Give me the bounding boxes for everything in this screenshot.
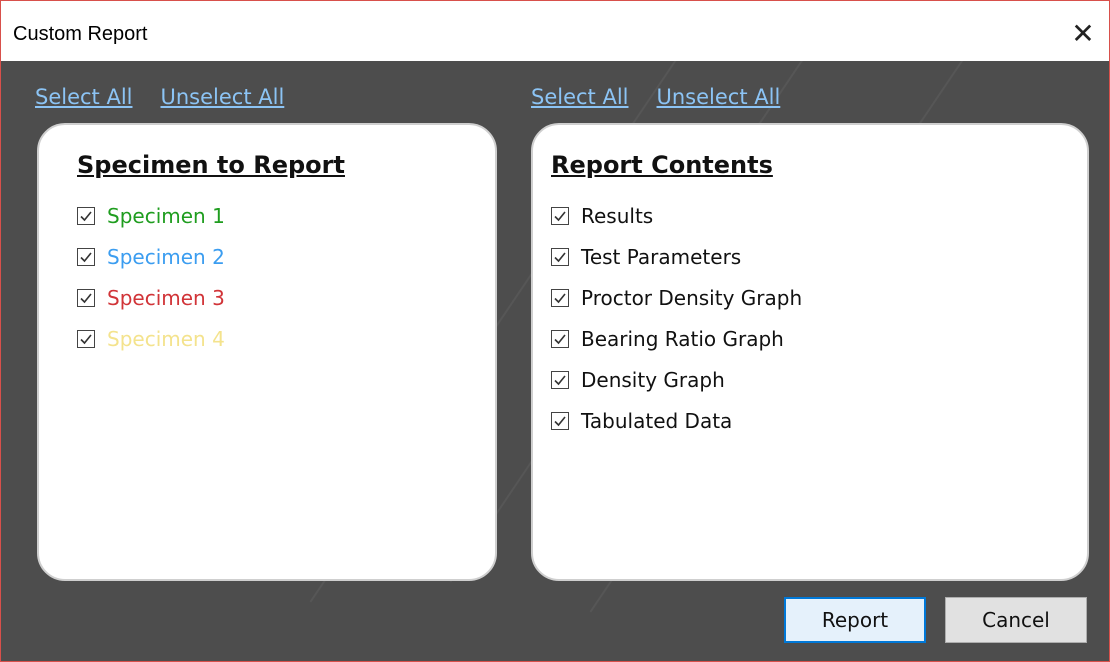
cancel-button[interactable]: Cancel	[945, 597, 1087, 643]
title-bar: Custom Report ✕	[1, 1, 1109, 61]
checkbox-checked-icon[interactable]	[551, 370, 569, 389]
checkbox-checked-icon[interactable]	[551, 329, 569, 348]
checkbox-checked-icon[interactable]	[77, 329, 95, 348]
checkbox-checked-icon[interactable]	[77, 247, 95, 266]
specimen-item[interactable]: Specimen 4	[77, 318, 225, 359]
checkbox-checked-icon[interactable]	[77, 288, 95, 307]
report-content-item-label: Density Graph	[581, 367, 725, 392]
specimen-select-all-link[interactable]: Select All	[35, 85, 133, 109]
report-content-item[interactable]: Results	[551, 195, 802, 236]
specimen-item-label: Specimen 4	[107, 326, 225, 351]
report-content-item[interactable]: Tabulated Data	[551, 400, 802, 441]
report-contents-panel: Report Contents Results Test Parameters Pr…	[531, 123, 1089, 581]
specimen-item-label: Specimen 1	[107, 203, 225, 228]
custom-report-dialog: Custom Report ✕ Select All Unselect All …	[0, 0, 1110, 662]
checkbox-checked-icon[interactable]	[551, 206, 569, 225]
specimen-item[interactable]: Specimen 3	[77, 277, 225, 318]
report-content-item-label: Bearing Ratio Graph	[581, 326, 784, 351]
report-content-item-label: Proctor Density Graph	[581, 285, 803, 310]
specimen-item-label: Specimen 2	[107, 244, 225, 269]
checkbox-checked-icon[interactable]	[551, 288, 569, 307]
specimen-link-bar: Select All Unselect All	[35, 85, 284, 109]
contents-unselect-all-link[interactable]: Unselect All	[657, 85, 781, 109]
report-content-item[interactable]: Proctor Density Graph	[551, 277, 802, 318]
report-content-item-label: Test Parameters	[581, 244, 742, 269]
specimen-list: Specimen 1 Specimen 2 Specimen 3 Specimen 4	[77, 195, 225, 359]
contents-list: Results Test Parameters Proctor Density Gr…	[551, 195, 802, 441]
contents-link-bar: Select All Unselect All	[531, 85, 780, 109]
report-button[interactable]: Report	[784, 597, 926, 643]
window-title: Custom Report	[13, 23, 148, 45]
specimen-item-label: Specimen 3	[107, 285, 225, 310]
report-content-item[interactable]: Density Graph	[551, 359, 802, 400]
report-content-item-label: Results	[581, 203, 654, 228]
contents-panel-title: Report Contents	[551, 151, 773, 179]
report-content-item[interactable]: Test Parameters	[551, 236, 802, 277]
checkbox-checked-icon[interactable]	[551, 247, 569, 266]
specimen-unselect-all-link[interactable]: Unselect All	[161, 85, 285, 109]
specimen-panel: Specimen to Report Specimen 1 Specimen 2S…	[37, 123, 497, 581]
checkbox-checked-icon[interactable]	[551, 411, 569, 430]
dialog-client-area: Select All Unselect All Select All Unsel…	[1, 1, 1109, 661]
report-content-item-label: Tabulated Data	[581, 408, 733, 433]
specimen-panel-title: Specimen to Report	[77, 151, 345, 179]
contents-select-all-link[interactable]: Select All	[531, 85, 629, 109]
checkbox-checked-icon[interactable]	[77, 206, 95, 225]
report-content-item[interactable]: Bearing Ratio Graph	[551, 318, 802, 359]
close-icon[interactable]: ✕	[1061, 11, 1105, 55]
specimen-item[interactable]: Specimen 2	[77, 236, 225, 277]
specimen-item[interactable]: Specimen 1	[77, 195, 225, 236]
